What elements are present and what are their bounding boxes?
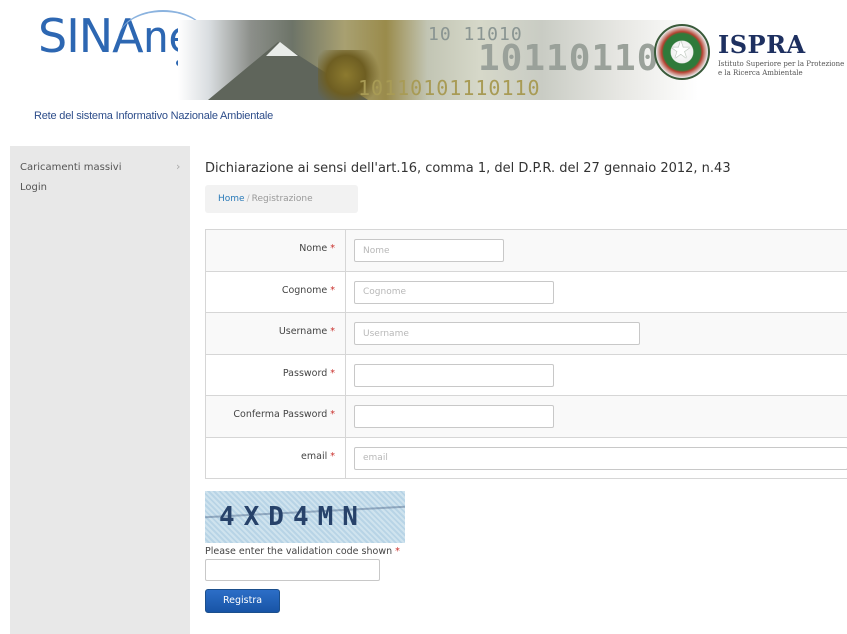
label-cell: Nome * [206, 230, 346, 271]
ispra-logo-title[interactable]: ISPRA [718, 30, 806, 59]
required-mark: * [395, 546, 400, 557]
breadcrumb: Home / Registrazione [205, 185, 358, 213]
conferma-password-input[interactable] [354, 405, 554, 428]
label-cell: email * [206, 437, 346, 478]
email-label-text: email [301, 450, 328, 462]
header-banner-image: 10 11010 10110110 10110101110110 [178, 20, 698, 100]
label-cell: Password * [206, 354, 346, 395]
username-label-text: Username [278, 326, 328, 337]
sidebar: Caricamenti massivi › Login [10, 146, 190, 634]
required-mark: * [330, 284, 335, 296]
label-cell: Username * [206, 313, 346, 354]
cognome-input[interactable] [354, 280, 554, 304]
ispra-subtitle-line2: e la Ricerca Ambientale [718, 69, 803, 77]
conferma-password-label-text: Conferma Password [233, 409, 328, 420]
breadcrumb-home-link[interactable]: Home [218, 194, 245, 204]
form-row-email: email * [206, 437, 847, 479]
page-title: Dichiarazione ai sensi dell'art.16, comm… [205, 161, 731, 176]
captcha-label: Please enter the validation code shown * [205, 546, 400, 557]
banner-digits-bottom: 10110101110110 [358, 76, 541, 100]
required-mark: * [330, 326, 335, 337]
required-mark: * [330, 243, 335, 254]
form-row-cognome: Cognome * [206, 271, 847, 313]
required-mark: * [330, 409, 335, 420]
password-input[interactable] [354, 363, 554, 387]
form-row-username: Username * [206, 313, 847, 355]
chevron-right-icon[interactable]: › [176, 160, 180, 173]
captcha-input[interactable] [205, 559, 380, 581]
cognome-label: Cognome * [282, 285, 335, 296]
username-label: Username * [279, 326, 335, 337]
breadcrumb-separator: / [246, 194, 250, 204]
nome-label-text: Nome [299, 243, 328, 254]
form-row-password: Password * [206, 354, 847, 396]
username-input[interactable] [354, 322, 640, 345]
label-cell: Conferma Password * [206, 396, 346, 437]
cognome-label-text: Cognome [281, 284, 328, 296]
nome-input[interactable] [354, 239, 504, 262]
sidebar-item-caricamenti-massivi[interactable]: Caricamenti massivi [20, 162, 122, 173]
emblem-star-icon: ★ [670, 36, 692, 64]
nome-label: Nome * [299, 243, 335, 254]
conferma-password-label: Conferma Password * [233, 409, 335, 420]
required-mark: * [330, 450, 335, 462]
password-label-text: Password [282, 367, 328, 379]
password-label: Password * [283, 368, 335, 379]
breadcrumb-current: Registrazione [251, 194, 313, 204]
site-tagline: Rete del sistema Informativo Nazionale A… [34, 110, 274, 122]
banner-digits-large: 10110110 [478, 38, 660, 79]
captcha-code: 4XD4MN [219, 502, 367, 532]
form-row-conferma-password: Conferma Password * [206, 396, 847, 438]
captcha-image: 4XD4MN [205, 491, 405, 543]
mountain-snow-shape [266, 42, 298, 56]
required-mark: * [330, 367, 335, 379]
form-row-nome: Nome * [206, 230, 847, 272]
registra-button[interactable]: Registra [205, 589, 280, 613]
email-label: email * [301, 451, 335, 462]
sidebar-item-login[interactable]: Login [20, 182, 47, 193]
ispra-subtitle-line1: Istituto Superiore per la Protezione [718, 60, 845, 68]
registration-form: Nome* Cognome* Username* Password* Confe… [205, 229, 847, 479]
captcha-label-text: Please enter the validation code shown [205, 546, 393, 557]
label-cell: Cognome * [206, 271, 346, 312]
email-input[interactable] [354, 446, 847, 470]
header: SINAnet 10 11010 10110110 10110101110110… [0, 0, 847, 140]
